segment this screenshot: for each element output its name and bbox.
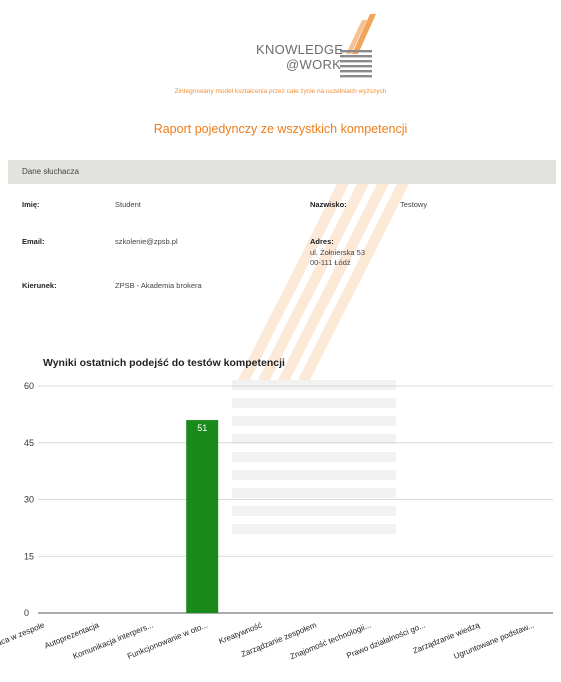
email-label: Email: [22, 237, 45, 246]
course-value: ZPSB - Akademia brokera [115, 281, 202, 290]
address-line1: ul. Żołnierska 53 [310, 248, 366, 257]
y-tick-label: 45 [24, 438, 34, 448]
last-name-label: Nazwisko: [310, 200, 347, 209]
y-tick-label: 30 [24, 495, 34, 505]
first-name-value: Student [115, 200, 141, 209]
logo-text-line1: KNOWLEDGE [256, 42, 344, 57]
y-tick-label: 60 [24, 381, 34, 391]
y-tick-label: 0 [24, 608, 29, 618]
address-label: Adres: [310, 237, 334, 246]
course-label: Kierunek: [22, 281, 57, 290]
last-name-value: Testowy [400, 200, 428, 209]
report-title: Raport pojedynczy ze wszystkich kompeten… [153, 122, 408, 136]
student-data-section-header: Dane słuchacza [8, 160, 556, 184]
x-category-label: Kreatywność [218, 621, 264, 647]
logo-text-line2: @WORK [286, 57, 342, 72]
chart-title: Wyniki ostatnich podejść do testów kompe… [43, 357, 285, 369]
email-value: szkolenie@zpsb.pl [115, 237, 178, 246]
address-line2: 00-111 Łódź [310, 258, 351, 267]
x-category-label: Praca w zespole [0, 620, 46, 651]
bar [186, 420, 219, 613]
knowledge-at-work-logo: KNOWLEDGE @WORK [240, 14, 380, 80]
results-bar-chart: 015304560Praca w zespoleAutoprezentacjaK… [0, 381, 553, 661]
logo-stripes-icon [340, 14, 376, 78]
y-tick-label: 15 [24, 551, 34, 561]
first-name-label: Imię: [22, 200, 40, 209]
bar-data-label: 51 [197, 423, 207, 433]
tagline: Zintegrowany model kształcenia przez cał… [174, 88, 387, 95]
section-title: Dane słuchacza [22, 167, 79, 176]
